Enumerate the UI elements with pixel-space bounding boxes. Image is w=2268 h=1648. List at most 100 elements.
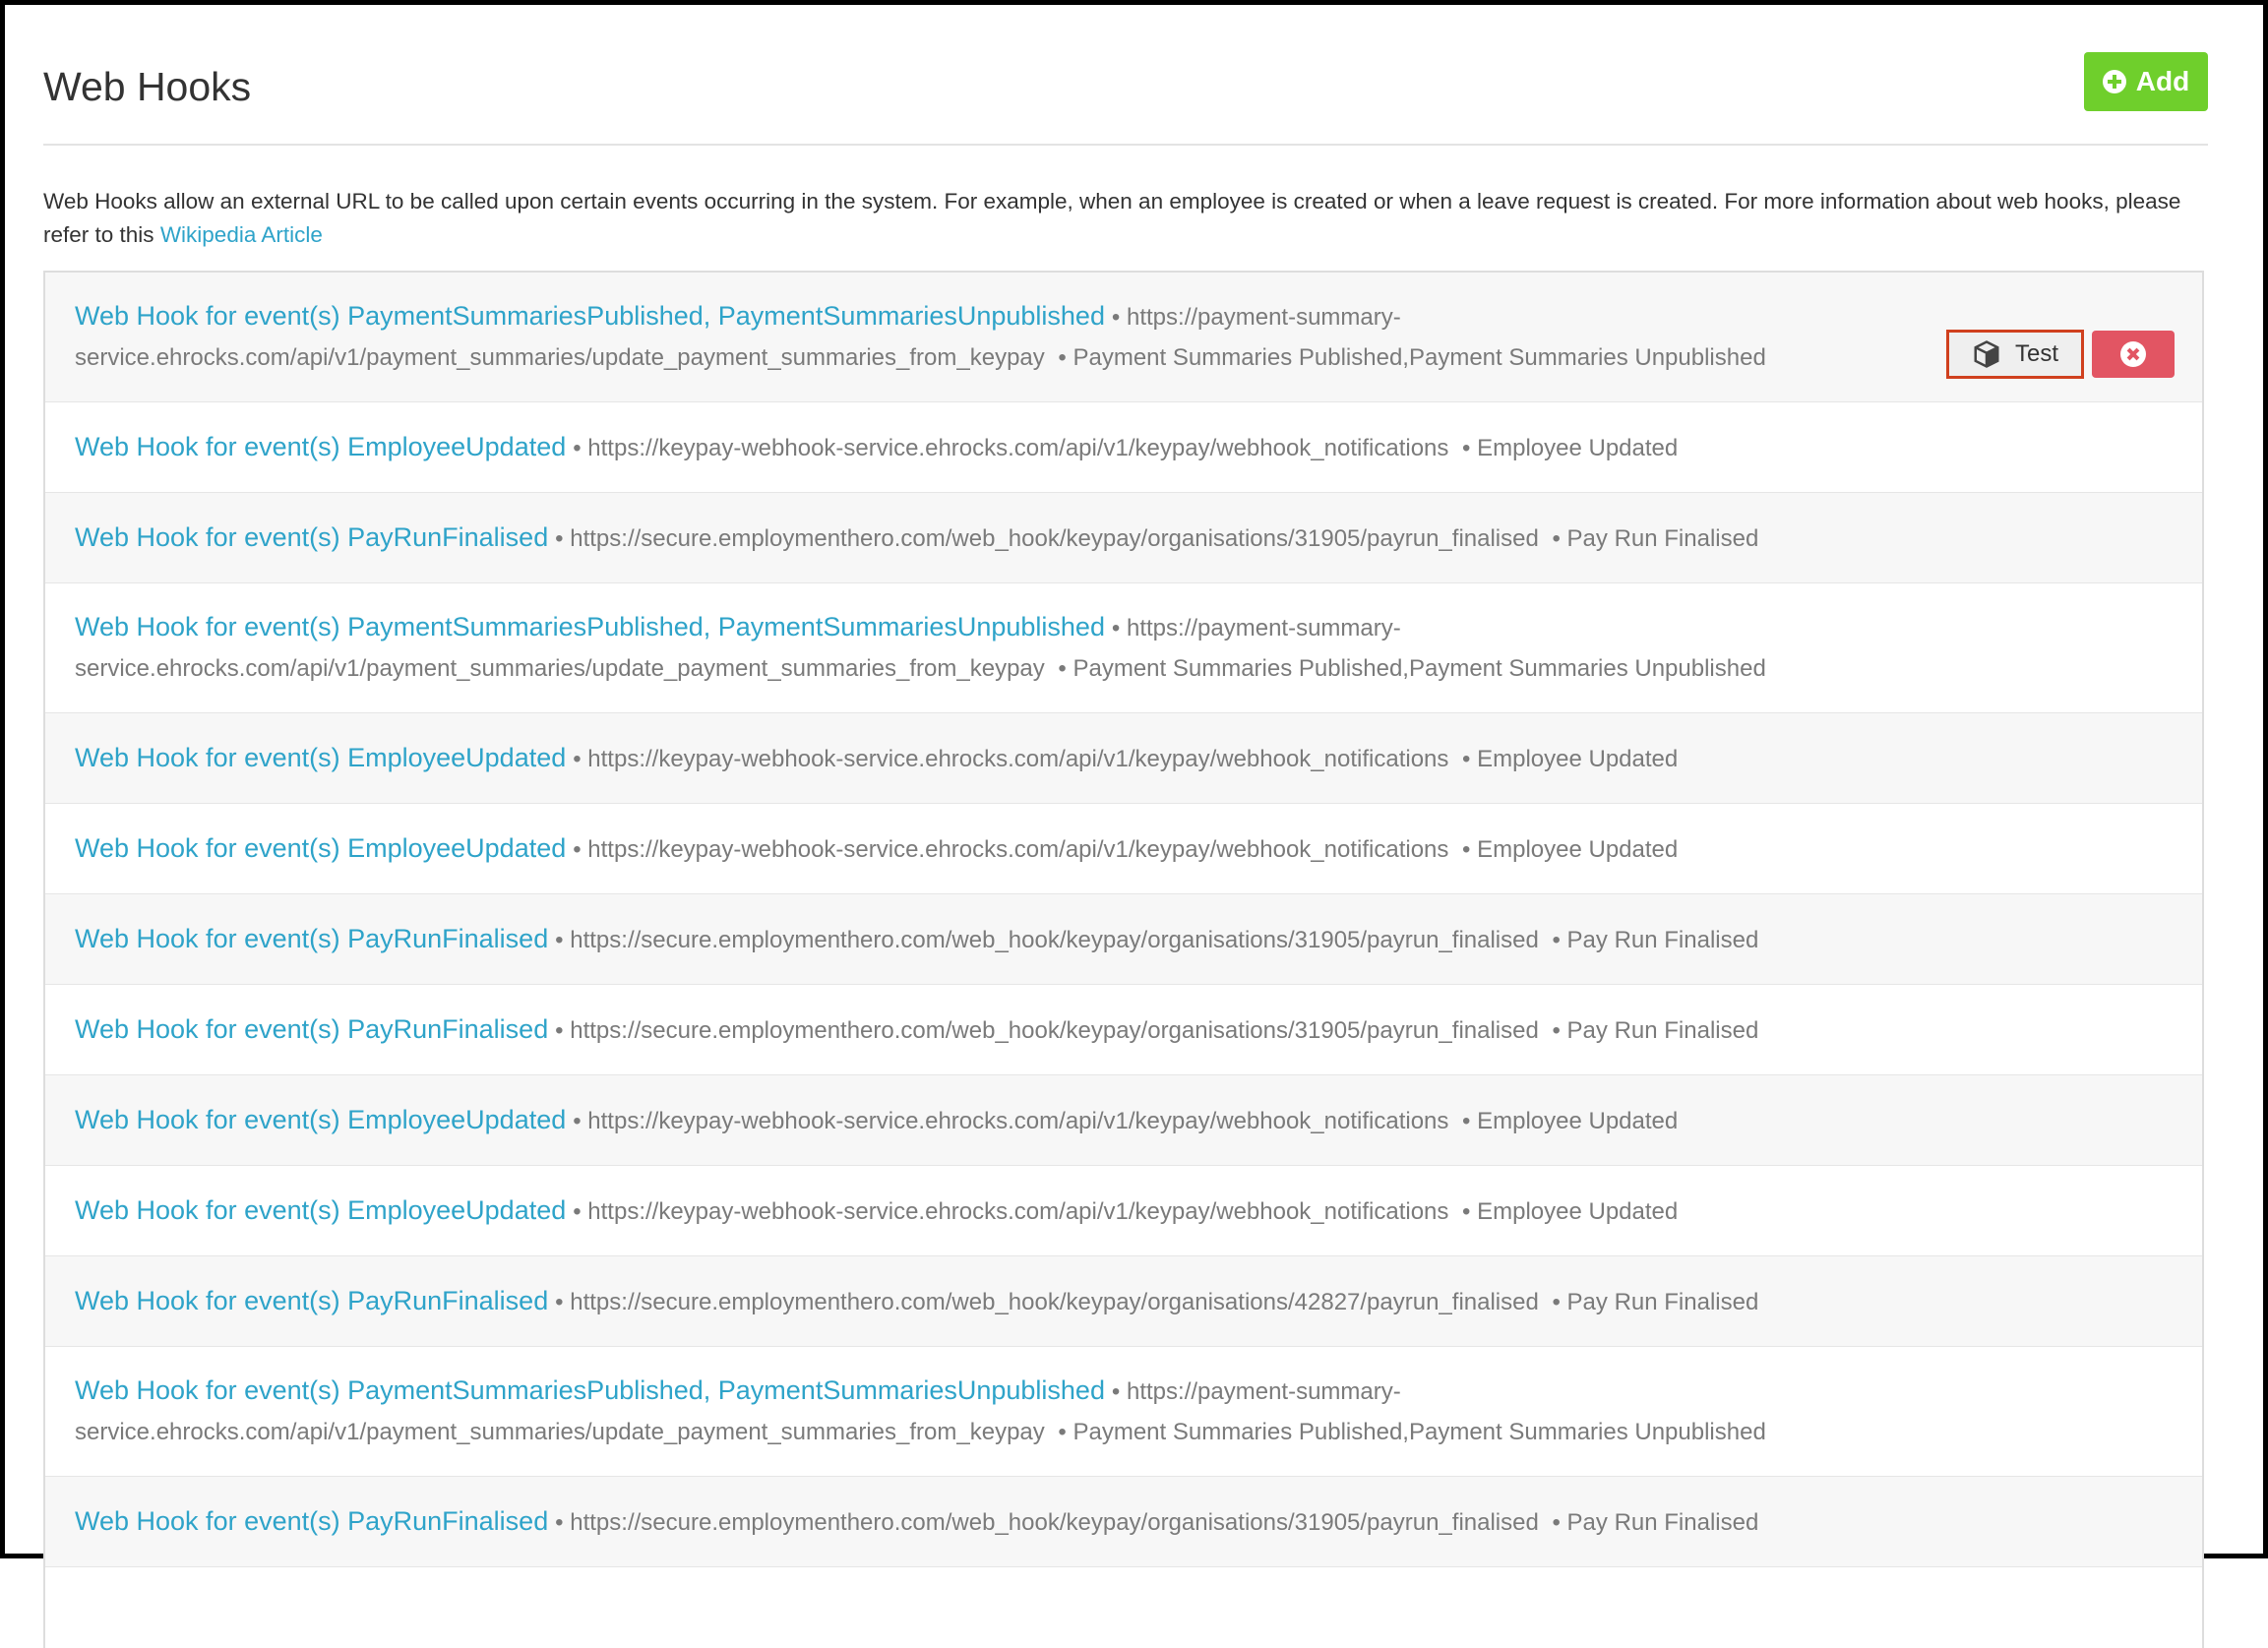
webhook-row: Web Hook for event(s) EmployeeUpdated • …	[45, 1075, 2202, 1166]
webhook-row-text: Web Hook for event(s) PayRunFinalised • …	[75, 1009, 1905, 1051]
webhook-url: https://secure.employmenthero.com/web_ho…	[570, 1288, 1539, 1315]
plus-circle-icon	[2102, 70, 2126, 93]
webhook-row-text: Web Hook for event(s) EmployeeUpdated • …	[75, 828, 1905, 870]
webhook-events: Employee Updated	[1477, 835, 1679, 863]
webhook-events: Employee Updated	[1477, 1197, 1679, 1225]
webhook-events: Pay Run Finalised	[1566, 1016, 1759, 1044]
webhook-row: Web Hook for event(s) PayRunFinalised • …	[45, 1477, 2202, 1567]
webhook-row-text: Web Hook for event(s) PaymentSummariesPu…	[75, 296, 1905, 378]
add-button[interactable]: Add	[2084, 52, 2208, 111]
add-button-label: Add	[2135, 66, 2190, 96]
webhook-link[interactable]: Web Hook for event(s) EmployeeUpdated	[75, 1195, 566, 1225]
webhook-row-text: Web Hook for event(s) EmployeeUpdated • …	[75, 1190, 1905, 1232]
webhook-events: Employee Updated	[1477, 1107, 1679, 1134]
wikipedia-article-link[interactable]: Wikipedia Article	[160, 222, 323, 247]
test-button-label: Test	[2014, 340, 2058, 367]
row-actions: Test	[1946, 330, 2175, 379]
webhook-link[interactable]: Web Hook for event(s) PayRunFinalised	[75, 522, 548, 552]
webhook-events: Pay Run Finalised	[1566, 1288, 1759, 1315]
webhook-row-text: Web Hook for event(s) PayRunFinalised • …	[75, 518, 1905, 559]
webhook-url: https://keypay-webhook-service.ehrocks.c…	[587, 434, 1449, 461]
webhook-row-text: Web Hook for event(s) EmployeeUpdated • …	[75, 738, 1905, 779]
page-title: Web Hooks	[43, 64, 252, 109]
separator-dot: •	[555, 524, 571, 552]
webhook-row: Web Hook for event(s) PaymentSummariesPu…	[45, 583, 2202, 713]
close-circle-icon	[2120, 341, 2146, 367]
webhook-link[interactable]: Web Hook for event(s) PayRunFinalised	[75, 1506, 548, 1536]
webhook-link[interactable]: Web Hook for event(s) PayRunFinalised	[75, 924, 548, 953]
separator-dot: •	[1545, 1016, 1567, 1044]
webhook-row-text: Web Hook for event(s) PayRunFinalised • …	[75, 1281, 1905, 1322]
web-hooks-page: Web Hooks Add Web Hooks allow an externa…	[43, 5, 2208, 1648]
separator-dot: •	[1051, 344, 1073, 371]
separator-dot: •	[1455, 434, 1478, 461]
webhook-row-text: Web Hook for event(s) PayRunFinalised • …	[75, 1501, 1905, 1543]
webhook-link[interactable]: Web Hook for event(s) PayRunFinalised	[75, 1286, 548, 1315]
webhook-url: https://secure.employmenthero.com/web_ho…	[570, 926, 1539, 953]
webhook-link[interactable]: Web Hook for event(s) EmployeeUpdated	[75, 432, 566, 461]
separator-dot: •	[573, 1107, 588, 1134]
separator-dot: •	[1455, 835, 1478, 863]
page-header: Web Hooks Add	[43, 5, 2208, 146]
separator-dot: •	[1455, 745, 1478, 772]
separator-dot: •	[555, 926, 571, 953]
webhook-row: Web Hook for event(s) EmployeeUpdated • …	[45, 402, 2202, 493]
webhook-link[interactable]: Web Hook for event(s) EmployeeUpdated	[75, 743, 566, 772]
webhook-row: Web Hook for event(s) PaymentSummariesPu…	[45, 1347, 2202, 1477]
separator-dot: •	[573, 1197, 588, 1225]
separator-dot: •	[1111, 304, 1127, 331]
separator-dot: •	[1111, 1378, 1127, 1405]
webhook-events: Payment Summaries Published,Payment Summ…	[1073, 1419, 1766, 1445]
separator-dot: •	[1545, 1508, 1567, 1536]
webhook-link[interactable]: Web Hook for event(s) EmployeeUpdated	[75, 1105, 566, 1134]
separator-dot: •	[555, 1288, 571, 1315]
webhook-url: https://secure.employmenthero.com/web_ho…	[570, 1508, 1539, 1536]
webhook-url: https://keypay-webhook-service.ehrocks.c…	[587, 835, 1449, 863]
webhook-link[interactable]: Web Hook for event(s) PaymentSummariesPu…	[75, 301, 1105, 331]
cube-icon	[1974, 340, 1999, 368]
webhook-link[interactable]: Web Hook for event(s) EmployeeUpdated	[75, 833, 566, 863]
intro-text: Web Hooks allow an external URL to be ca…	[43, 185, 2208, 252]
webhook-url: https://keypay-webhook-service.ehrocks.c…	[587, 745, 1449, 772]
webhook-row: Web Hook for event(s) EmployeeUpdated • …	[45, 804, 2202, 894]
separator-dot: •	[1111, 615, 1127, 641]
separator-dot: •	[1051, 655, 1073, 682]
webhook-row: Web Hook for event(s) PayRunFinalised • …	[45, 1256, 2202, 1347]
separator-dot: •	[1545, 1288, 1567, 1315]
webhook-events: Payment Summaries Published,Payment Summ…	[1073, 655, 1766, 682]
webhook-row-text: Web Hook for event(s) EmployeeUpdated • …	[75, 1100, 1905, 1141]
separator-dot: •	[1545, 524, 1567, 552]
webhook-row: Web Hook for event(s) EmployeeUpdated • …	[45, 713, 2202, 804]
webhook-row-text: Web Hook for event(s) PayRunFinalised • …	[75, 919, 1905, 960]
separator-dot: •	[1455, 1107, 1478, 1134]
webhook-url: https://secure.employmenthero.com/web_ho…	[570, 524, 1539, 552]
webhook-row: Web Hook for event(s) PayRunFinalised • …	[45, 894, 2202, 985]
delete-button[interactable]	[2092, 331, 2175, 378]
webhook-events: Pay Run Finalised	[1566, 524, 1759, 552]
intro-description: Web Hooks allow an external URL to be ca…	[43, 189, 2181, 247]
webhook-row-text: Web Hook for event(s) PaymentSummariesPu…	[75, 1371, 1905, 1452]
separator-dot: •	[1545, 926, 1567, 953]
separator-dot: •	[573, 745, 588, 772]
webhook-link[interactable]: Web Hook for event(s) PaymentSummariesPu…	[75, 1375, 1105, 1405]
webhook-url: https://keypay-webhook-service.ehrocks.c…	[587, 1107, 1449, 1134]
webhook-row-text: Web Hook for event(s) EmployeeUpdated • …	[75, 427, 1905, 468]
separator-dot: •	[573, 434, 588, 461]
webhook-events: Payment Summaries Published,Payment Summ…	[1073, 344, 1766, 371]
webhook-url: https://secure.employmenthero.com/web_ho…	[570, 1016, 1539, 1044]
webhook-events: Employee Updated	[1477, 434, 1679, 461]
separator-dot: •	[573, 835, 588, 863]
separator-dot: •	[1051, 1419, 1073, 1445]
separator-dot: •	[555, 1016, 571, 1044]
separator-dot: •	[555, 1508, 571, 1536]
webhook-url: https://keypay-webhook-service.ehrocks.c…	[587, 1197, 1449, 1225]
webhook-events: Pay Run Finalised	[1566, 926, 1759, 953]
test-button[interactable]: Test	[1946, 330, 2084, 379]
webhook-row: Web Hook for event(s) PayRunFinalised • …	[45, 493, 2202, 583]
separator-dot: •	[1455, 1197, 1478, 1225]
webhook-events: Pay Run Finalised	[1566, 1508, 1759, 1536]
webhook-link[interactable]: Web Hook for event(s) PaymentSummariesPu…	[75, 612, 1105, 641]
webhook-link[interactable]: Web Hook for event(s) PayRunFinalised	[75, 1014, 548, 1044]
webhook-list: Web Hook for event(s) PaymentSummariesPu…	[43, 271, 2204, 1648]
webhook-row: Web Hook for event(s) EmployeeUpdated • …	[45, 1166, 2202, 1256]
